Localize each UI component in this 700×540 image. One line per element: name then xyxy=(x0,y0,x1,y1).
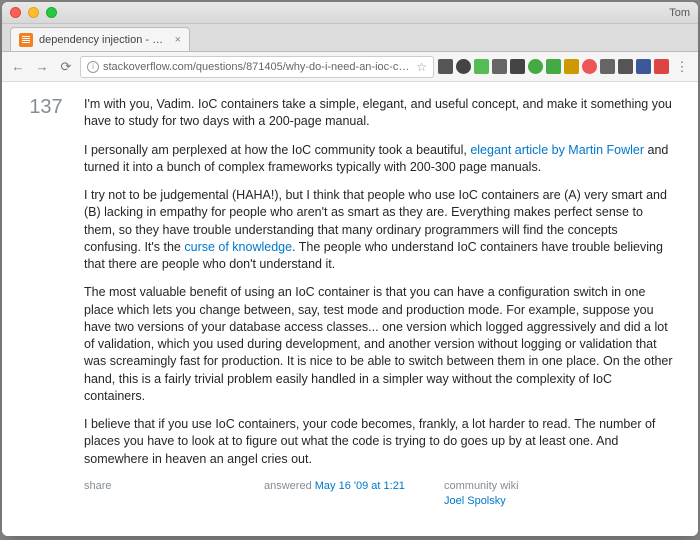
author-link[interactable]: Joel Spolsky xyxy=(444,495,506,507)
url-input[interactable]: i stackoverflow.com/questions/871405/why… xyxy=(80,56,434,78)
site-info-icon[interactable]: i xyxy=(87,61,99,73)
menu-button[interactable]: ⋮ xyxy=(672,57,692,77)
back-button[interactable]: ← xyxy=(8,57,28,77)
answered-info: answered May 16 '09 at 1:21 xyxy=(264,479,444,509)
link-curse-of-knowledge[interactable]: curse of knowledge xyxy=(184,240,292,254)
link-fowler-article[interactable]: elegant article by Martin Fowler xyxy=(470,143,644,157)
url-text: stackoverflow.com/questions/871405/why-d… xyxy=(103,61,412,73)
browser-tab[interactable]: dependency injection - Why d × xyxy=(10,27,190,51)
address-bar: ← → ⟳ i stackoverflow.com/questions/8714… xyxy=(2,52,698,82)
community-wiki-label: community wiki xyxy=(444,479,584,494)
extensions-tray: ⋮ xyxy=(438,57,692,77)
vote-column: 137 xyxy=(24,96,68,509)
bookmark-icon[interactable]: ☆ xyxy=(416,60,427,74)
extension-icon[interactable] xyxy=(438,59,453,74)
titlebar: Tom xyxy=(2,2,698,24)
stackoverflow-icon xyxy=(19,33,33,47)
close-window-button[interactable] xyxy=(10,7,21,18)
paragraph: The most valuable benefit of using an Io… xyxy=(84,284,676,405)
answered-label: answered xyxy=(264,480,315,492)
paragraph: I try not to be judgemental (HAHA!), but… xyxy=(84,187,676,273)
browser-window: Tom dependency injection - Why d × ← → ⟳… xyxy=(2,2,698,536)
extension-icon[interactable] xyxy=(582,59,597,74)
paragraph: I believe that if you use IoC containers… xyxy=(84,416,676,468)
wiki-info: community wiki Joel Spolsky xyxy=(444,479,584,509)
page-content: 137 I'm with you, Vadim. IoC containers … xyxy=(2,82,698,536)
maximize-window-button[interactable] xyxy=(46,7,57,18)
minimize-window-button[interactable] xyxy=(28,7,39,18)
close-tab-icon[interactable]: × xyxy=(175,34,181,46)
post-meta: share answered May 16 '09 at 1:21 commun… xyxy=(84,479,676,509)
extension-icon[interactable] xyxy=(510,59,525,74)
extension-icon[interactable] xyxy=(546,59,561,74)
paragraph: I personally am perplexed at how the IoC… xyxy=(84,142,676,177)
tab-title: dependency injection - Why d xyxy=(39,34,169,46)
extension-icon[interactable] xyxy=(564,59,579,74)
answer-body: I'm with you, Vadim. IoC containers take… xyxy=(84,96,676,509)
text: I personally am perplexed at how the IoC… xyxy=(84,143,470,157)
profile-name[interactable]: Tom xyxy=(669,7,690,19)
vote-count: 137 xyxy=(24,96,68,119)
extension-icon[interactable] xyxy=(528,59,543,74)
window-controls xyxy=(10,7,57,18)
tab-bar: dependency injection - Why d × xyxy=(2,24,698,52)
extension-icon[interactable] xyxy=(654,59,669,74)
answered-time-link[interactable]: May 16 '09 at 1:21 xyxy=(315,480,405,492)
extension-icon[interactable] xyxy=(456,59,471,74)
reload-button[interactable]: ⟳ xyxy=(56,57,76,77)
extension-icon[interactable] xyxy=(492,59,507,74)
answer: 137 I'm with you, Vadim. IoC containers … xyxy=(24,96,676,509)
share-link[interactable]: share xyxy=(84,479,264,509)
extension-icon[interactable] xyxy=(474,59,489,74)
extension-icon[interactable] xyxy=(636,59,651,74)
extension-icon[interactable] xyxy=(618,59,633,74)
paragraph: I'm with you, Vadim. IoC containers take… xyxy=(84,96,676,131)
extension-icon[interactable] xyxy=(600,59,615,74)
forward-button[interactable]: → xyxy=(32,57,52,77)
